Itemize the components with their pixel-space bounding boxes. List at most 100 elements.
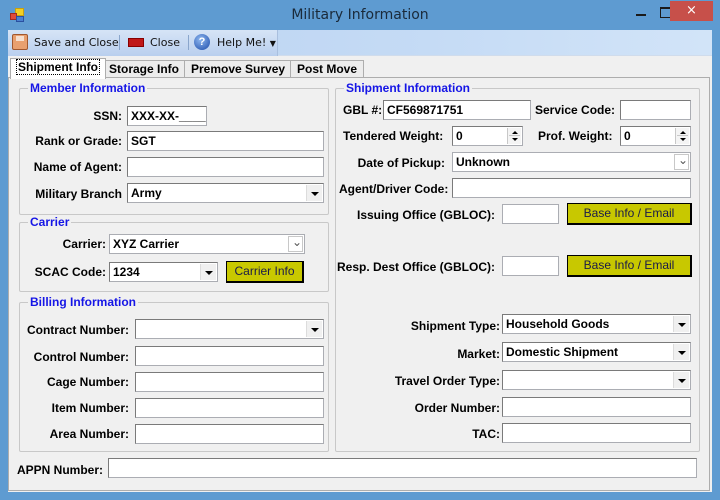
military-branch-select[interactable]: Army [127, 183, 324, 203]
cage-number-field[interactable] [135, 372, 324, 392]
military-branch-label: Military Branch [35, 187, 122, 201]
item-number-label: Item Number: [51, 401, 129, 415]
minimize-button[interactable] [628, 4, 654, 24]
shipment-type-label: Shipment Type: [410, 319, 500, 333]
contract-number-select[interactable] [135, 319, 324, 339]
appn-number-label: APPN Number: [17, 463, 104, 477]
carrier-label: Carrier: [62, 237, 106, 251]
resp-dest-office-field[interactable] [502, 256, 559, 276]
group-title: Billing Information [28, 295, 138, 309]
dropdown-arrow-icon: ▼ [269, 39, 276, 48]
shipment-type-select[interactable]: Household Goods [502, 314, 691, 334]
prof-weight-label: Prof. Weight: [538, 129, 613, 143]
area-number-label: Area Number: [49, 427, 129, 441]
contract-number-label: Contract Number: [26, 323, 129, 337]
toolbar: Save and Close Close ? Help Me! ▼ [8, 30, 712, 56]
date-of-pickup-select[interactable]: Unknown [452, 152, 691, 172]
tab-label: Shipment Info [16, 59, 100, 75]
chevron-down-icon[interactable] [200, 264, 216, 280]
save-icon [12, 34, 28, 50]
carrier-group: Carrier Carrier: XYZ Carrier SCAC Code: … [19, 215, 329, 292]
toolbar-separator [119, 35, 120, 50]
help-me-button[interactable]: Help Me! ▼ [217, 34, 276, 52]
agent-name-label: Name of Agent: [33, 160, 122, 174]
resp-dest-base-info-email-button[interactable]: Base Info / Email [567, 255, 692, 277]
selected-value: Army [131, 186, 162, 200]
agent-driver-code-field[interactable] [452, 178, 691, 198]
item-number-field[interactable] [135, 398, 324, 418]
service-code-field[interactable] [620, 100, 691, 120]
window-title: Military Information [291, 7, 429, 23]
travel-order-type-select[interactable] [502, 370, 691, 390]
chevron-down-icon[interactable] [673, 316, 689, 332]
chevron-down-icon[interactable] [306, 185, 322, 201]
tab-strip: Shipment Info Storage Info Premove Surve… [8, 58, 712, 79]
group-title: Shipment Information [344, 81, 472, 95]
spin-arrows-icon[interactable] [675, 128, 689, 144]
title-bar: Military Information × [0, 0, 720, 30]
member-information-group: Member Information SSN: XXX-XX-____ Rank… [19, 81, 329, 215]
chevron-down-icon[interactable] [673, 372, 689, 388]
shipment-information-group: Shipment Information GBL #: CF569871751 … [335, 81, 700, 452]
carrier-info-button[interactable]: Carrier Info [226, 261, 304, 283]
selected-value: Unknown [456, 155, 510, 169]
toolbar-separator [188, 35, 189, 50]
issuing-base-info-email-button[interactable]: Base Info / Email [567, 203, 692, 225]
tac-label: TAC: [472, 427, 500, 441]
spin-arrows-icon[interactable] [507, 128, 521, 144]
scac-code-label: SCAC Code: [34, 265, 106, 279]
tac-field[interactable] [502, 423, 691, 443]
tendered-weight-stepper[interactable]: 0 [452, 126, 523, 146]
group-title: Member Information [28, 81, 148, 95]
service-code-label: Service Code: [535, 103, 616, 117]
selected-value: Household Goods [506, 317, 610, 331]
travel-order-type-label: Travel Order Type: [394, 374, 500, 388]
ssn-field[interactable]: XXX-XX-____ [127, 106, 207, 126]
control-number-label: Control Number: [33, 350, 129, 364]
tab-post-move[interactable]: Post Move [290, 60, 365, 78]
selected-value: XYZ Carrier [113, 237, 180, 251]
tab-premove-survey[interactable]: Premove Survey [184, 60, 293, 78]
control-number-field[interactable] [135, 346, 324, 366]
client-area: Save and Close Close ? Help Me! ▼ Shipme… [8, 30, 712, 492]
issuing-office-label: Issuing Office (GBLOC): [357, 208, 495, 222]
help-icon: ? [194, 34, 210, 50]
selected-value: Domestic Shipment [506, 345, 619, 359]
market-select[interactable]: Domestic Shipment [502, 342, 691, 362]
resp-dest-office-label: Resp. Dest Office (GBLOC): [336, 260, 495, 274]
cage-number-label: Cage Number: [46, 375, 129, 389]
issuing-office-field[interactable] [502, 204, 559, 224]
order-number-field[interactable] [502, 397, 691, 417]
scac-code-select[interactable]: 1234 [109, 262, 218, 282]
gbl-field[interactable]: CF569871751 [383, 100, 531, 120]
group-title: Carrier [28, 215, 72, 229]
agent-driver-code-label: Agent/Driver Code: [339, 182, 449, 196]
tab-storage-info[interactable]: Storage Info [102, 60, 187, 78]
help-me-label: Help Me! [217, 36, 267, 49]
chevron-down-icon[interactable] [673, 344, 689, 360]
area-number-field[interactable] [135, 424, 324, 444]
market-label: Market: [457, 347, 500, 361]
close-icon [128, 38, 144, 47]
rank-field[interactable]: SGT [127, 131, 324, 151]
stepper-value: 0 [624, 129, 631, 143]
agent-name-field[interactable] [127, 157, 324, 177]
ssn-label: SSN: [93, 109, 122, 123]
appn-number-field[interactable] [108, 458, 697, 478]
shipment-info-page: Member Information SSN: XXX-XX-____ Rank… [8, 77, 710, 491]
chevron-down-icon[interactable] [288, 235, 303, 252]
billing-information-group: Billing Information Contract Number: Con… [19, 295, 329, 452]
chevron-down-icon[interactable] [306, 321, 322, 337]
close-button[interactable]: Close [150, 34, 180, 52]
tendered-weight-label: Tendered Weight: [343, 129, 444, 143]
prof-weight-stepper[interactable]: 0 [620, 126, 691, 146]
carrier-select[interactable]: XYZ Carrier [109, 234, 305, 254]
chevron-down-icon[interactable] [674, 153, 689, 170]
window-close-button[interactable]: × [670, 1, 713, 21]
stepper-value: 0 [456, 129, 463, 143]
window: Military Information × Save and Close Cl… [0, 0, 720, 500]
order-number-label: Order Number: [414, 401, 500, 415]
tab-shipment-info[interactable]: Shipment Info [10, 58, 106, 79]
save-and-close-button[interactable]: Save and Close [34, 34, 119, 52]
date-of-pickup-label: Date of Pickup: [357, 156, 445, 170]
